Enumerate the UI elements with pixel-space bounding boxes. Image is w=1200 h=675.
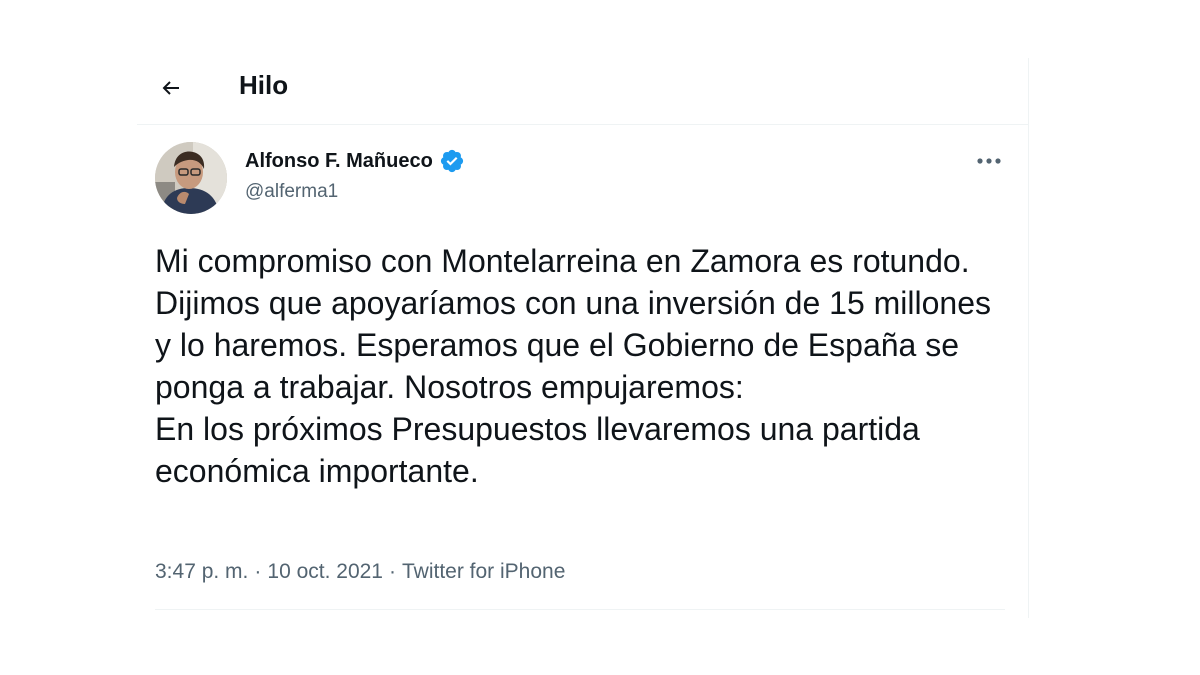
page-title: Hilo (239, 70, 289, 100)
more-dots-icon (977, 158, 1001, 164)
verified-badge-icon (439, 148, 465, 174)
thread-header: Hilo (137, 58, 1028, 125)
avatar[interactable] (155, 142, 227, 214)
tweet-text-paragraph: En los próximos Presupuestos llevaremos … (155, 411, 920, 489)
arrow-left-icon (162, 81, 179, 95)
back-button[interactable] (151, 68, 191, 108)
author-name-link[interactable]: Alfonso F. Mañueco (245, 148, 465, 174)
tweet-text: Mi compromiso con Montelarreina en Zamor… (155, 240, 1005, 492)
tweet-source[interactable]: Twitter for iPhone (402, 559, 565, 585)
more-options-button[interactable] (971, 145, 1007, 177)
divider (155, 609, 1005, 610)
separator: · (388, 560, 396, 583)
tweet: Alfonso F. Mañueco @alferma1 Mi compromi… (137, 125, 1028, 618)
profile-photo (155, 142, 227, 214)
separator: · (254, 560, 262, 583)
tweet-text-paragraph: Mi compromiso con Montelarreina en Zamor… (155, 243, 991, 405)
tweet-metadata: 3:47 p. m. · 10 oct. 2021 · Twitter for … (155, 559, 565, 585)
author-name: Alfonso F. Mañueco (245, 150, 433, 172)
thread-panel: Hilo Alfonso F. Mañueco @alferma1 Mi com… (137, 58, 1029, 618)
author-handle[interactable]: @alferma1 (245, 180, 338, 204)
tweet-time[interactable]: 3:47 p. m. (155, 559, 248, 585)
tweet-date[interactable]: 10 oct. 2021 (267, 559, 383, 585)
